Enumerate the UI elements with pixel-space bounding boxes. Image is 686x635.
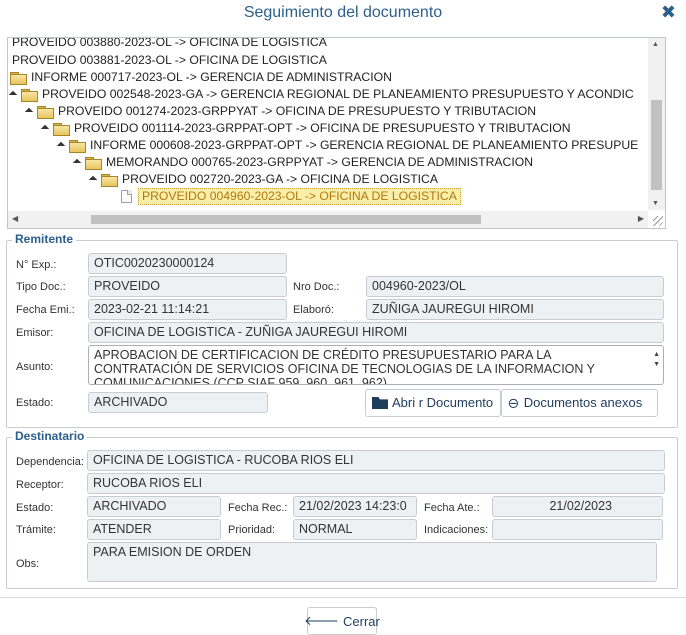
asunto-label: Asunto: (16, 361, 54, 373)
estado-field[interactable]: ARCHIVADO (88, 392, 268, 413)
destinatario-section: Destinatario Dependencia: OFICINA DE LOG… (6, 429, 678, 589)
tree-horizontal-scrollbar[interactable]: ◀ ▶ (8, 211, 648, 228)
estado-label: Estado: (16, 502, 54, 514)
tree-node-label: PROVEIDO 001274-2023-GRPPYAT -> OFICINA … (58, 104, 537, 118)
tree-node-label: PROVEIDO 004960-2023-OL -> OFICINA DE LO… (138, 188, 461, 205)
abrir-documento-button[interactable]: Abri r Documento (365, 389, 501, 417)
fecharec-field[interactable]: 21/02/2023 14:23:0 (293, 496, 417, 517)
tree-node[interactable]: INFORME 000608-2023-GRPPAT-OPT -> GERENC… (56, 137, 639, 154)
receptor-field[interactable]: RUCOBA RIOS ELI (87, 473, 665, 494)
folder-icon (85, 156, 102, 170)
tipodoc-label: Tipo Doc.: (16, 281, 66, 293)
scroll-right-icon[interactable]: ▶ (638, 214, 644, 223)
tree-node[interactable]: PROVEIDO 003881-2023-OL -> OFICINA DE LO… (12, 52, 327, 69)
estado-label: Estado: (16, 397, 54, 409)
expand-toggle-icon[interactable] (72, 158, 82, 167)
prioridad-label: Prioridad: (228, 524, 276, 536)
tree-node[interactable]: PROVEIDO 002548-2023-GA -> GERENCIA REGI… (8, 86, 634, 103)
tramite-label: Trámite: (16, 524, 56, 536)
document-icon (121, 190, 132, 203)
tipodoc-field[interactable]: PROVEIDO (88, 276, 287, 297)
dialog-titlebar: Seguimiento del documento ✖ (0, 0, 686, 28)
tree-node-label: MEMORANDO 000765-2023-GRPPYAT -> GERENCI… (106, 155, 534, 169)
prioridad-field[interactable]: NORMAL (293, 519, 417, 540)
scroll-up-icon[interactable]: ▲ (652, 41, 659, 48)
obs-textarea[interactable]: PARA EMISION DE ORDEN (87, 542, 657, 582)
cerrar-button[interactable]: 🡐 Cerrar (304, 607, 380, 635)
folder-icon (69, 139, 86, 153)
fechaemi-field[interactable]: 2023-02-21 11:14:21 (88, 299, 287, 320)
scroll-down-icon[interactable]: ▼ (653, 358, 660, 372)
cerrar-label: Cerrar (343, 613, 380, 629)
emisor-label: Emisor: (16, 327, 54, 339)
expand-toggle-icon[interactable] (88, 175, 98, 184)
elaboro-label: Elaboró: (293, 304, 334, 316)
tree-node-label: PROVEIDO 003881-2023-OL -> OFICINA DE LO… (12, 53, 327, 67)
expand-toggle-icon[interactable] (8, 90, 18, 99)
folder-icon (10, 71, 27, 85)
fechaemi-label: Fecha Emi.: (16, 304, 75, 316)
asunto-text: APROBACION DE CERTIFICACION DE CRÉDITO P… (94, 348, 595, 385)
folder-open-icon (372, 397, 388, 409)
document-tree: PROVEIDO 003880-2023-OL -> OFICINA DE LO… (7, 37, 666, 229)
dependencia-label: Dependencia: (16, 456, 84, 468)
elaboro-field[interactable]: ZUÑIGA JAUREGUI HIROMI (366, 299, 664, 320)
indicaciones-field[interactable] (492, 519, 663, 540)
close-icon[interactable]: ✖ (661, 2, 676, 22)
scroll-down-icon[interactable]: ▼ (652, 200, 659, 207)
dependencia-field[interactable]: OFICINA DE LOGISTICA - RUCOBA RIOS ELI (87, 450, 665, 471)
nrodoc-label: Nro Doc.: (293, 281, 340, 293)
tree-node-selected[interactable]: PROVEIDO 004960-2023-OL -> OFICINA DE LO… (121, 188, 461, 205)
documentos-anexos-label: Documentos anexos (523, 395, 643, 410)
emisor-field[interactable]: OFICINA DE LOGISTICA - ZUÑIGA JAUREGUI H… (88, 322, 664, 343)
folder-icon (53, 122, 70, 136)
tree-node-label: PROVEIDO 001114-2023-GRPPAT-OPT -> OFICI… (74, 121, 571, 135)
fecharec-label: Fecha Rec.: (228, 502, 288, 514)
fechaate-field[interactable]: 21/02/2023 (492, 496, 663, 517)
estado-field[interactable]: ARCHIVADO (87, 496, 221, 517)
section-legend: Destinatario (12, 429, 88, 443)
tree-node[interactable]: PROVEIDO 001114-2023-GRPPAT-OPT -> OFICI… (40, 120, 571, 137)
resize-handle-icon[interactable] (653, 216, 663, 226)
tree-node-label: INFORME 000717-2023-OL -> GERENCIA DE AD… (31, 70, 392, 84)
scroll-thumb[interactable] (651, 100, 662, 190)
tree-node[interactable]: INFORME 000717-2023-OL -> GERENCIA DE AD… (10, 69, 392, 86)
tramite-field[interactable]: ATENDER (87, 519, 221, 540)
asunto-textarea[interactable]: APROBACION DE CERTIFICACION DE CRÉDITO P… (88, 345, 664, 385)
obs-label: Obs: (16, 558, 40, 570)
folder-icon (101, 173, 118, 187)
tree-node[interactable]: PROVEIDO 002720-2023-GA -> OFICINA DE LO… (88, 171, 438, 188)
nrodoc-field[interactable]: 004960-2023/OL (366, 276, 664, 297)
tree-node-label: PROVEIDO 002720-2023-GA -> OFICINA DE LO… (122, 172, 438, 186)
tree-node[interactable]: PROVEIDO 003880-2023-OL -> OFICINA DE LO… (12, 38, 327, 51)
section-legend: Remitente (12, 232, 77, 246)
abrir-documento-label: Abri r Documento (392, 395, 494, 410)
expand-toggle-icon[interactable] (40, 124, 50, 133)
expand-toggle-icon[interactable] (56, 141, 66, 150)
tree-node[interactable]: PROVEIDO 001274-2023-GRPPYAT -> OFICINA … (24, 103, 537, 120)
documentos-anexos-button[interactable]: ⊘ Documentos anexos (501, 389, 658, 417)
fechaate-label: Fecha Ate.: (424, 502, 480, 514)
tree-node[interactable]: MEMORANDO 000765-2023-GRPPYAT -> GERENCI… (72, 154, 534, 171)
tree-node-label: INFORME 000608-2023-GRPPAT-OPT -> GERENC… (90, 138, 639, 152)
expand-toggle-icon[interactable] (24, 107, 34, 116)
tree-vertical-scrollbar[interactable]: ▲ ▼ (648, 38, 665, 210)
dialog-title: Seguimiento del documento (243, 4, 443, 21)
folder-icon (21, 88, 38, 102)
arrow-left-icon: 🡐 (304, 613, 340, 628)
remitente-section: Remitente N° Exp.: OTIC0020230000124 Tip… (6, 232, 678, 428)
tree-viewport: PROVEIDO 003880-2023-OL -> OFICINA DE LO… (8, 38, 648, 210)
dialog-footer: 🡐 Cerrar (0, 597, 686, 635)
folder-icon (37, 105, 54, 119)
tree-node-label: PROVEIDO 002548-2023-GA -> GERENCIA REGI… (42, 87, 634, 101)
nexp-field[interactable]: OTIC0020230000124 (88, 253, 287, 274)
receptor-label: Receptor: (16, 479, 64, 491)
nexp-label: N° Exp.: (16, 259, 57, 271)
indicaciones-label: Indicaciones: (424, 524, 489, 536)
tree-node-label: PROVEIDO 003880-2023-OL -> OFICINA DE LO… (12, 38, 327, 49)
scroll-thumb[interactable] (91, 215, 481, 224)
scroll-left-icon[interactable]: ◀ (12, 214, 18, 223)
